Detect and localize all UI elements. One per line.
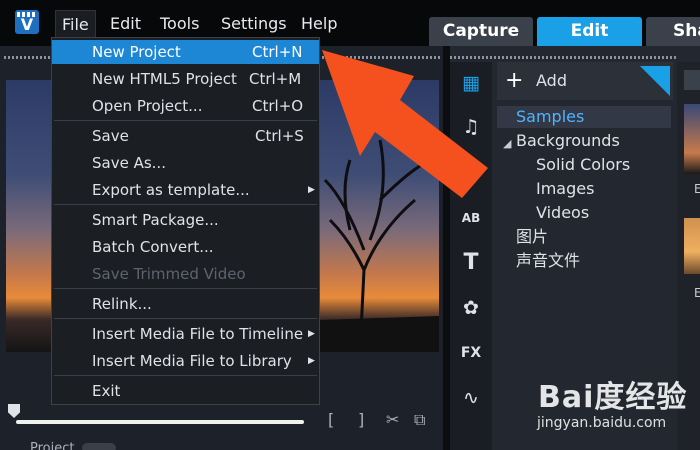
baidu-watermark-url: jingyan.baidu.com	[537, 415, 667, 431]
baidu-watermark-logo: Bai度经验	[538, 380, 688, 415]
